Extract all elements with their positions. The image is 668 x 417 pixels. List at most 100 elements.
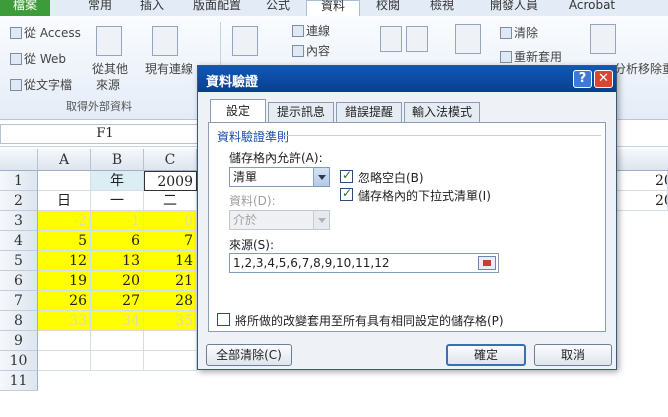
cell-a1[interactable] (38, 171, 91, 191)
cell-c7[interactable]: 28 (144, 291, 197, 311)
cell-b2[interactable]: 一 (91, 191, 144, 211)
ignore-blank-checkbox[interactable]: ✓ (340, 168, 353, 183)
row-header-2[interactable]: 2 (0, 191, 38, 211)
row-header-5[interactable]: 5 (0, 251, 38, 271)
text-to-columns-icon[interactable] (590, 24, 616, 54)
row-header-8[interactable]: 8 (0, 311, 38, 331)
tab-insert[interactable]: 插入 (132, 0, 172, 16)
reapply-button[interactable]: 重新套用 (500, 48, 562, 65)
cell-b7[interactable]: 27 (91, 291, 144, 311)
cell-c5[interactable]: 14 (144, 251, 197, 271)
clear-button[interactable]: 清除 (500, 24, 538, 41)
cell-right-1[interactable]: 20 (617, 171, 668, 191)
cell-b5[interactable]: 13 (91, 251, 144, 271)
allow-label: 儲存格內允許(A): (229, 151, 323, 165)
cell-c1[interactable]: 2009 (144, 171, 197, 191)
sort-az-icon[interactable] (380, 26, 402, 52)
properties-button[interactable]: 內容 (292, 42, 330, 59)
check-mark-icon: ✓ (342, 168, 353, 182)
name-box[interactable]: F1 (0, 124, 210, 144)
from-text-button[interactable]: 從文字檔 (10, 76, 72, 93)
from-web-button[interactable]: 從 Web (10, 50, 66, 67)
cell-a9[interactable] (38, 331, 91, 351)
clear-all-button[interactable]: 全部清除(C) (206, 344, 292, 366)
cell-c2[interactable]: 二 (144, 191, 197, 211)
cell-a3[interactable]: -2 (38, 211, 91, 231)
ok-button[interactable]: 確定 (446, 344, 526, 366)
row-header-7[interactable]: 7 (0, 291, 38, 311)
cell-a8[interactable]: 33 (38, 311, 91, 331)
column-header-c[interactable]: C (144, 149, 197, 171)
source-input[interactable]: 1,2,3,4,5,6,7,8,9,10,11,12 (229, 253, 499, 273)
cell-right-2[interactable]: 20 (617, 191, 668, 211)
help-button[interactable]: ? (573, 70, 592, 88)
in-cell-dropdown-checkbox[interactable]: ✓ (340, 186, 353, 201)
cell-a2[interactable]: 日 (38, 191, 91, 211)
refresh-all-icon[interactable] (232, 26, 258, 56)
remove-duplicates-label[interactable]: 移除重 (638, 60, 668, 77)
row-header-4[interactable]: 4 (0, 231, 38, 251)
cell-a10[interactable] (38, 351, 91, 371)
tab-developer[interactable]: 開發人員 (482, 0, 546, 16)
cell-b9[interactable] (91, 331, 144, 351)
apply-all-checkbox[interactable] (217, 313, 230, 326)
tab-settings[interactable]: 設定 (210, 99, 266, 123)
close-button[interactable]: ✕ (594, 70, 613, 88)
cell-a6[interactable]: 19 (38, 271, 91, 291)
cell-c3[interactable]: 0 (144, 211, 197, 231)
from-other-label[interactable]: 從其他 (92, 60, 128, 77)
row-header-1[interactable]: 1 (0, 171, 38, 191)
sort-dialog-icon[interactable] (406, 26, 428, 52)
column-header-right[interactable] (617, 149, 668, 171)
existing-connections-button[interactable]: 現有連線 (145, 60, 193, 77)
range-select-icon[interactable] (478, 256, 496, 270)
tab-review[interactable]: 校閱 (368, 0, 408, 16)
cell-c8[interactable]: 35 (144, 311, 197, 331)
from-access-button[interactable]: 從 Access (10, 24, 81, 41)
cell-b1[interactable]: 年 (91, 171, 144, 191)
from-access-label: 從 Access (24, 26, 81, 40)
allow-dropdown-arrow-icon[interactable] (313, 168, 329, 186)
tab-input-message[interactable]: 提示訊息 (268, 102, 334, 122)
cell-b4[interactable]: 6 (91, 231, 144, 251)
analyze-label[interactable]: 分析 (614, 60, 638, 77)
tab-page-layout[interactable]: 版面配置 (185, 0, 249, 16)
tab-data[interactable]: 資料 (306, 0, 360, 16)
validation-criteria-label: 資料驗證準則 (217, 130, 290, 144)
tab-ime-mode[interactable]: 輸入法模式 (404, 102, 480, 122)
from-other-label-2[interactable]: 來源 (96, 76, 120, 93)
cell-b8[interactable]: 34 (91, 311, 144, 331)
cell-c4[interactable]: 7 (144, 231, 197, 251)
dialog-title-bar[interactable]: 資料驗證 ? ✕ (198, 66, 616, 92)
row-header-11[interactable]: 11 (0, 371, 38, 391)
cell-b3[interactable]: -1 (91, 211, 144, 231)
row-header-3[interactable]: 3 (0, 211, 38, 231)
tab-home[interactable]: 常用 (80, 0, 120, 16)
cell-c6[interactable]: 21 (144, 271, 197, 291)
cell-c10[interactable] (144, 351, 197, 371)
column-header-a[interactable]: A (38, 149, 91, 171)
cell-c9[interactable] (144, 331, 197, 351)
tab-error-alert[interactable]: 錯誤提醒 (336, 102, 402, 122)
cell-a4[interactable]: 5 (38, 231, 91, 251)
cancel-button[interactable]: 取消 (534, 344, 612, 366)
column-header-b[interactable]: B (91, 149, 144, 171)
in-cell-dropdown-label: 儲存格內的下拉式清單(I) (358, 189, 491, 203)
source-label: 來源(S): (229, 238, 275, 252)
filter-icon[interactable] (455, 24, 481, 54)
existing-connections-icon (152, 26, 178, 56)
cell-a5[interactable]: 12 (38, 251, 91, 271)
tab-file[interactable]: 檔案 (0, 0, 50, 16)
tab-formulas[interactable]: 公式 (258, 0, 298, 16)
cell-a7[interactable]: 26 (38, 291, 91, 311)
allow-select[interactable]: 清單 (229, 167, 330, 187)
tab-view[interactable]: 檢視 (422, 0, 462, 16)
cell-b6[interactable]: 20 (91, 271, 144, 291)
row-header-9[interactable]: 9 (0, 331, 38, 351)
connections-button[interactable]: 連線 (292, 22, 330, 39)
select-all-corner[interactable] (0, 149, 38, 171)
row-header-10[interactable]: 10 (0, 351, 38, 371)
cell-b10[interactable] (91, 351, 144, 371)
tab-acrobat[interactable]: Acrobat (560, 0, 624, 16)
row-header-6[interactable]: 6 (0, 271, 38, 291)
